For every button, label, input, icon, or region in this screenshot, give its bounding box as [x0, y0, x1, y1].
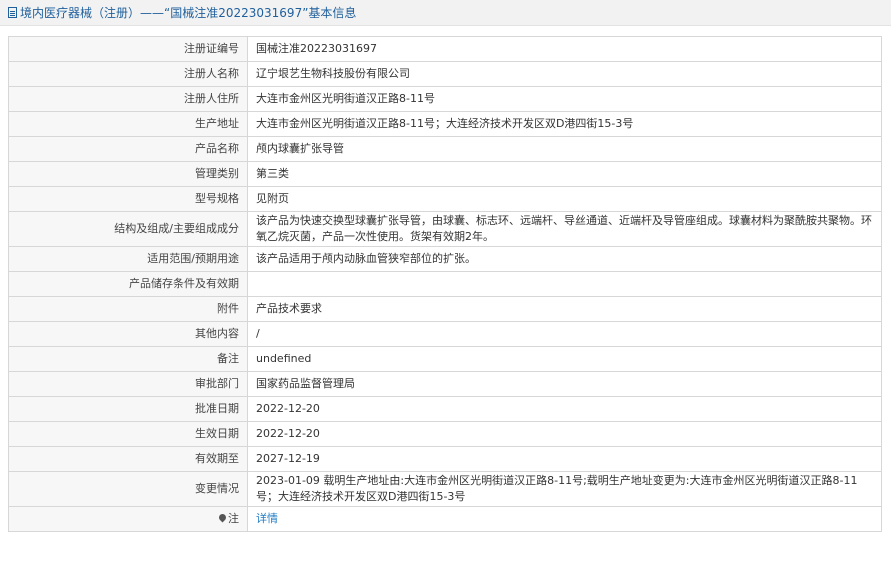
info-table: 注册证编号 国械注准20223031697 注册人名称 辽宁垠艺生物科技股份有限公司… — [8, 36, 882, 532]
row-label: 备注 — [8, 346, 248, 372]
table-row: 附件 产品技术要求 — [8, 296, 882, 322]
row-value: 国家药品监督管理局 — [247, 371, 882, 397]
pin-icon — [217, 512, 228, 523]
table-row: 审批部门 国家药品监督管理局 — [8, 371, 882, 397]
details-link[interactable]: 详情 — [256, 512, 278, 525]
row-label: 注册证编号 — [8, 36, 248, 62]
note-row: 注 详情 — [8, 506, 882, 532]
note-value-cell: 详情 — [247, 506, 882, 532]
row-value: 产品技术要求 — [247, 296, 882, 322]
row-label: 管理类别 — [8, 161, 248, 187]
table-row: 生产地址 大连市金州区光明街道汉正路8-11号；大连经济技术开发区双D港四街15-… — [8, 111, 882, 137]
row-label: 批准日期 — [8, 396, 248, 422]
table-row: 其他内容 / — [8, 321, 882, 347]
table-row: 注册证编号 国械注准20223031697 — [8, 36, 882, 62]
row-label: 其他内容 — [8, 321, 248, 347]
table-row: 生效日期 2022-12-20 — [8, 421, 882, 447]
document-icon — [8, 7, 17, 18]
table-row: 备注 undefined — [8, 346, 882, 372]
row-value: 该产品为快速交换型球囊扩张导管，由球囊、标志环、远端杆、导丝通道、近端杆及导管座… — [247, 211, 882, 247]
row-value: 2023-01-09 载明生产地址由:大连市金州区光明街道汉正路8-11号;载明… — [247, 471, 882, 507]
row-value: 大连市金州区光明街道汉正路8-11号；大连经济技术开发区双D港四街15-3号 — [247, 111, 882, 137]
row-label: 产品名称 — [8, 136, 248, 162]
row-value: 第三类 — [247, 161, 882, 187]
row-value: / — [247, 321, 882, 347]
table-row: 管理类别 第三类 — [8, 161, 882, 187]
row-label: 审批部门 — [8, 371, 248, 397]
row-value: 2027-12-19 — [247, 446, 882, 472]
row-value: 大连市金州区光明街道汉正路8-11号 — [247, 86, 882, 112]
table-row: 结构及组成/主要组成成分 该产品为快速交换型球囊扩张导管，由球囊、标志环、远端杆、… — [8, 211, 882, 247]
row-value: undefined — [247, 346, 882, 372]
table-row: 注册人名称 辽宁垠艺生物科技股份有限公司 — [8, 61, 882, 87]
row-value: 国械注准20223031697 — [247, 36, 882, 62]
row-value: 2022-12-20 — [247, 396, 882, 422]
row-label: 生产地址 — [8, 111, 248, 137]
row-label: 注册人名称 — [8, 61, 248, 87]
row-label: 变更情况 — [8, 471, 248, 507]
table-row: 注册人住所 大连市金州区光明街道汉正路8-11号 — [8, 86, 882, 112]
table-row: 型号规格 见附页 — [8, 186, 882, 212]
row-label: 生效日期 — [8, 421, 248, 447]
row-label: 注册人住所 — [8, 86, 248, 112]
row-value: 见附页 — [247, 186, 882, 212]
note-label-cell: 注 — [8, 506, 248, 532]
row-value — [247, 271, 882, 297]
note-label: 注 — [228, 512, 239, 525]
row-label: 型号规格 — [8, 186, 248, 212]
table-row: 产品储存条件及有效期 — [8, 271, 882, 297]
row-value: 该产品适用于颅内动脉血管狭窄部位的扩张。 — [247, 246, 882, 272]
row-value: 2022-12-20 — [247, 421, 882, 447]
table-row: 有效期至 2027-12-19 — [8, 446, 882, 472]
table-row: 产品名称 颅内球囊扩张导管 — [8, 136, 882, 162]
table-row: 适用范围/预期用途 该产品适用于颅内动脉血管狭窄部位的扩张。 — [8, 246, 882, 272]
row-value: 辽宁垠艺生物科技股份有限公司 — [247, 61, 882, 87]
row-label: 有效期至 — [8, 446, 248, 472]
row-label: 产品储存条件及有效期 — [8, 271, 248, 297]
table-row: 变更情况 2023-01-09 载明生产地址由:大连市金州区光明街道汉正路8-11… — [8, 471, 882, 507]
row-label: 附件 — [8, 296, 248, 322]
row-value: 颅内球囊扩张导管 — [247, 136, 882, 162]
page-header: 境内医疗器械（注册）——“国械注准20223031697”基本信息 — [0, 0, 891, 26]
row-label: 适用范围/预期用途 — [8, 246, 248, 272]
row-label: 结构及组成/主要组成成分 — [8, 211, 248, 247]
page-title: 境内医疗器械（注册）——“国械注准20223031697”基本信息 — [20, 6, 357, 20]
table-row: 批准日期 2022-12-20 — [8, 396, 882, 422]
